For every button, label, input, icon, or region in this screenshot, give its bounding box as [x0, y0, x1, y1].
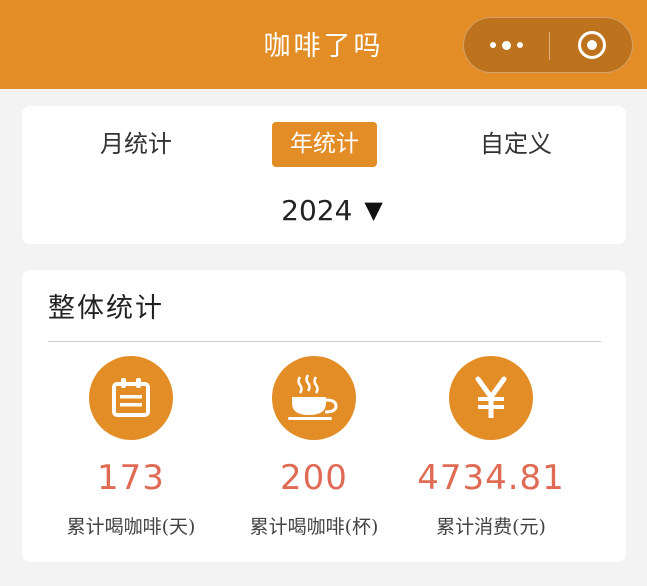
stat-value: 4734.81: [417, 458, 565, 498]
section-title: 整体统计: [48, 293, 164, 324]
tab-custom[interactable]: 自定义: [460, 122, 572, 167]
more-dots-icon[interactable]: [464, 18, 549, 72]
stat-label: 累计喝咖啡(杯): [249, 516, 379, 538]
stat-days: 173 累计喝咖啡(天): [36, 352, 226, 539]
overall-stats-card: 整体统计 173 累计喝咖啡(天) 200 累计喝咖啡(杯) 4734.81 累…: [22, 270, 626, 562]
tab-month[interactable]: 月统计: [80, 122, 192, 167]
period-selector-card: 月统计 年统计 自定义 2024 ▼: [22, 106, 626, 244]
coffee-cup-icon: [272, 356, 356, 440]
target-close-icon[interactable]: [550, 18, 634, 72]
stat-value: 200: [280, 458, 348, 498]
caret-down-icon: ▼: [364, 196, 383, 224]
tab-year[interactable]: 年统计: [272, 122, 377, 167]
year-picker[interactable]: 2024 ▼: [252, 190, 412, 230]
divider: [48, 341, 601, 342]
yen-icon: [449, 356, 533, 440]
mini-program-capsule: [463, 17, 633, 73]
stat-label: 累计喝咖啡(天): [66, 516, 196, 538]
stat-spend: 4734.81 累计消费(元): [396, 352, 586, 539]
stat-label: 累计消费(元): [436, 516, 546, 538]
stat-cups: 200 累计喝咖啡(杯): [219, 352, 409, 539]
calendar-icon: [89, 356, 173, 440]
navigation-bar: 咖啡了吗: [0, 0, 647, 89]
year-value: 2024: [281, 193, 353, 227]
stat-value: 173: [97, 458, 165, 498]
